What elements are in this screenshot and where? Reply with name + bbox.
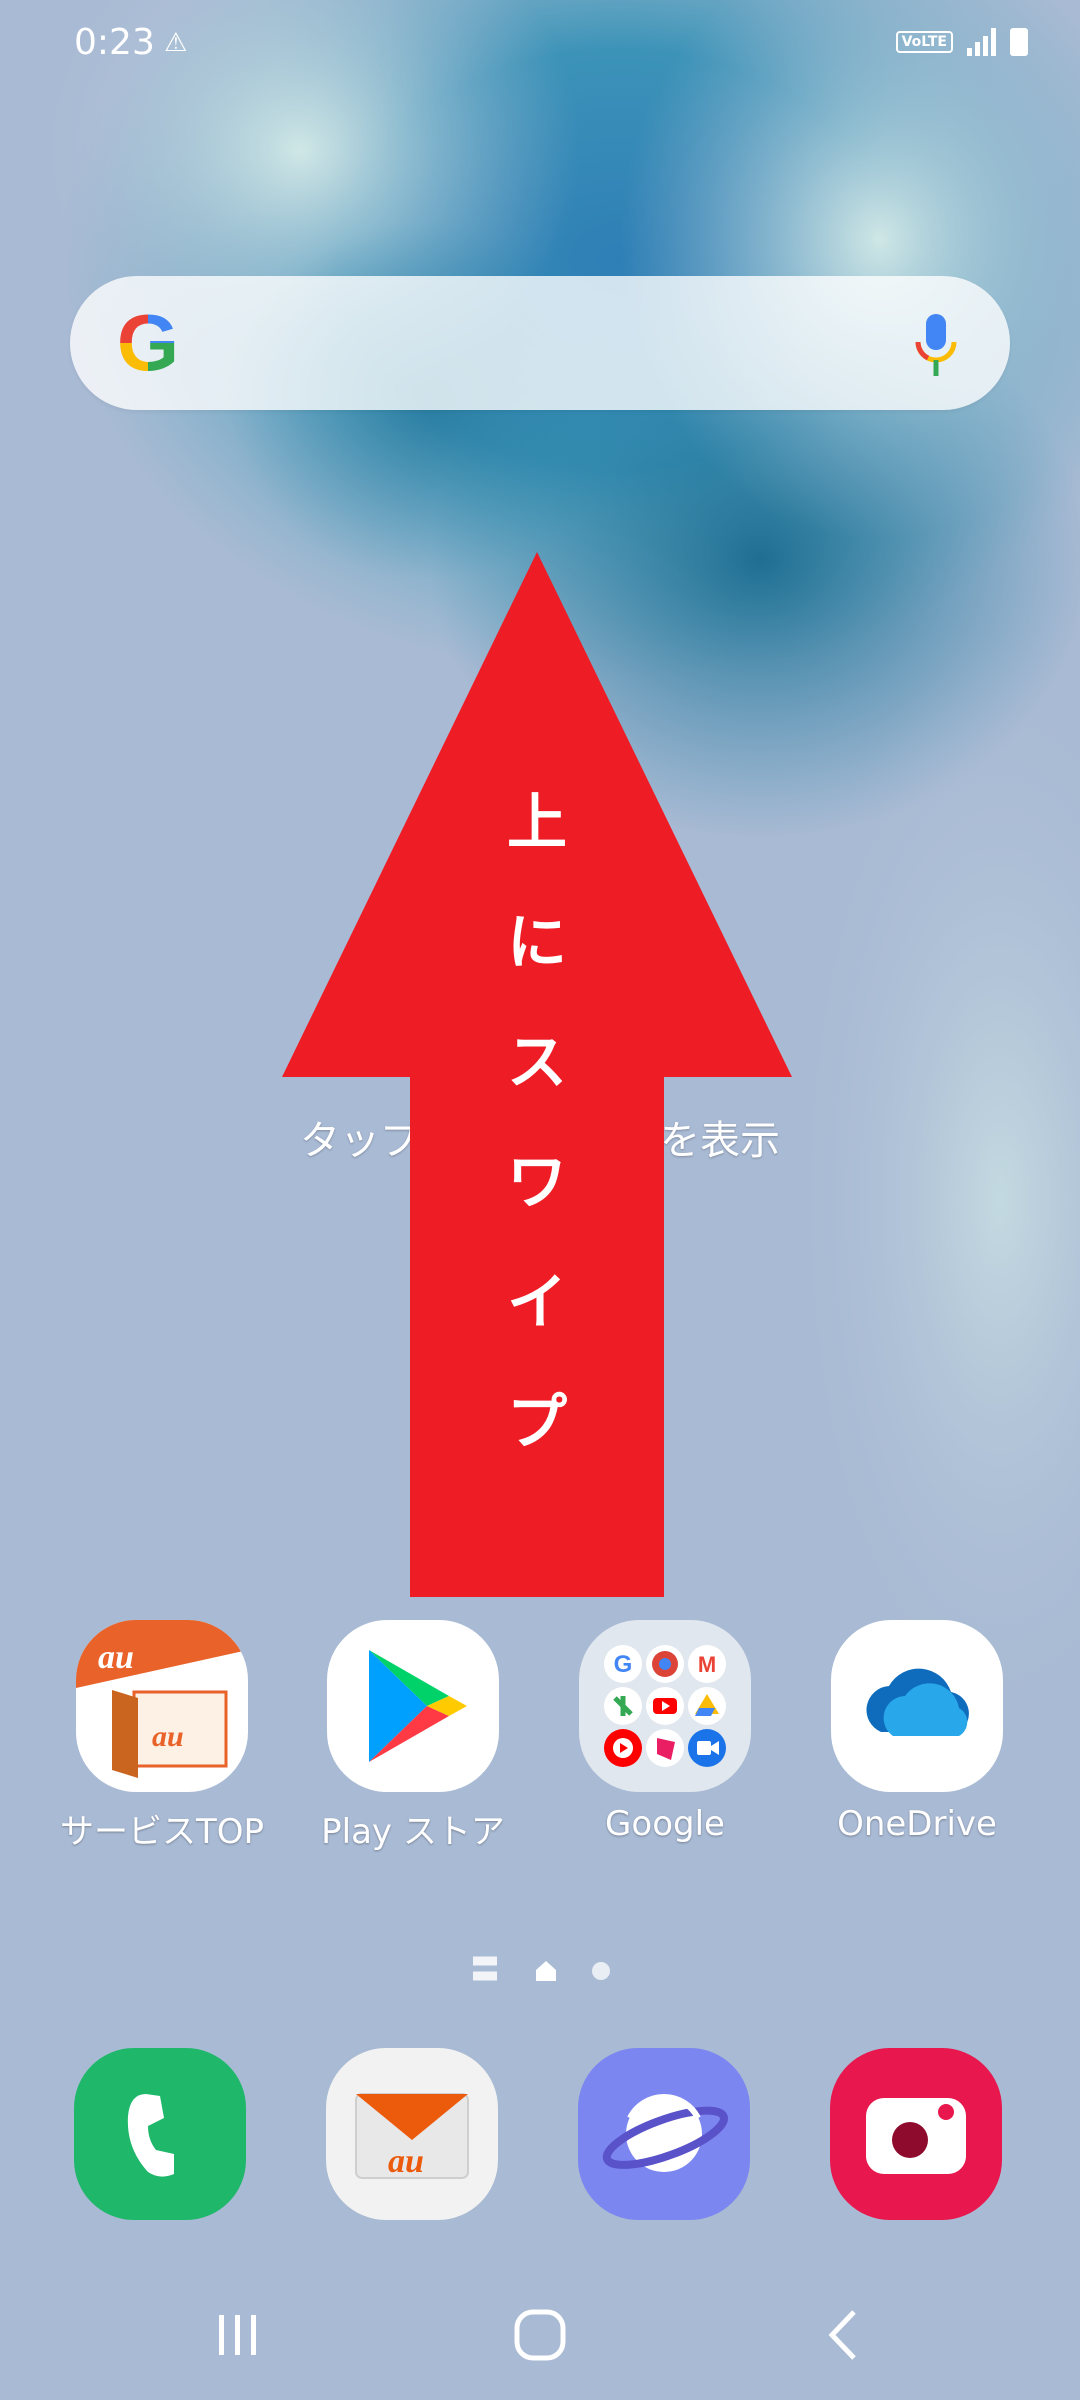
app-onedrive[interactable]: OneDrive <box>802 1620 1032 1844</box>
volte-icon: VoLTE <box>895 31 953 53</box>
home-page-icon <box>536 1961 556 1981</box>
app-google-folder[interactable]: G M Google <box>550 1620 780 1844</box>
internet-app[interactable] <box>578 2048 750 2220</box>
battery-icon <box>1010 28 1028 56</box>
svg-text:G: G <box>614 1651 633 1678</box>
au-mail-app[interactable]: au <box>326 2048 498 2220</box>
swipe-label-char: イ <box>507 1268 567 1338</box>
au-mail-icon: au <box>355 2093 469 2180</box>
signal-icon <box>967 28 996 56</box>
navigation-bar <box>0 2290 1080 2380</box>
app-label: Play ストア <box>321 1812 505 1852</box>
au-logo-text: au <box>388 2143 424 2180</box>
swipe-label-char: ワ <box>507 1148 567 1218</box>
back-button[interactable] <box>802 2300 882 2370</box>
au-logo-text: au <box>98 1639 134 1676</box>
app-label: Google <box>605 1804 725 1844</box>
onedrive-icon <box>831 1620 1003 1792</box>
google-search-bar[interactable]: G <box>70 276 1010 410</box>
camera-icon <box>866 2098 966 2174</box>
warning-icon: ⚠ <box>164 28 188 58</box>
swipe-label-char: に <box>507 908 567 978</box>
swipe-label-char: プ <box>507 1388 567 1458</box>
phone-app[interactable] <box>74 2048 246 2220</box>
google-logo-icon: G <box>108 303 188 383</box>
mic-icon[interactable] <box>914 314 958 376</box>
status-bar: 0:23 ⚠ VoLTE <box>0 0 1080 90</box>
home-icon <box>514 2309 566 2361</box>
internet-icon <box>602 2094 728 2172</box>
phone-icon <box>127 2094 174 2177</box>
au-logo-text: au <box>152 1720 184 1753</box>
app-label: サービスTOP <box>59 1812 265 1852</box>
page-indicator: 〓 <box>0 1956 1080 1986</box>
swipe-label-char: ス <box>507 1028 567 1098</box>
app-label: OneDrive <box>837 1804 997 1844</box>
play-store-icon <box>327 1620 499 1792</box>
back-icon <box>828 2310 856 2360</box>
page-dot[interactable] <box>592 1962 610 1980</box>
swipe-up-label: 上 に ス ワ イ プ <box>282 785 792 1461</box>
recents-icon <box>219 2315 256 2355</box>
swipe-label-char: 上 <box>507 788 567 858</box>
app-play-store[interactable]: Play ストア <box>298 1620 528 1853</box>
status-icons: VoLTE <box>895 28 1028 56</box>
camera-app[interactable] <box>830 2048 1002 2220</box>
svg-text:M: M <box>698 1652 716 1677</box>
google-folder-icon: G M <box>579 1620 751 1792</box>
status-time: 0:23 <box>74 22 155 63</box>
au-service-top-icon: au au <box>76 1620 248 1792</box>
app-service-top[interactable]: au au サービスTOP <box>47 1620 277 1853</box>
home-button[interactable] <box>500 2300 580 2370</box>
recents-button[interactable] <box>198 2300 278 2370</box>
page-lines-icon: 〓 <box>470 1953 500 1988</box>
